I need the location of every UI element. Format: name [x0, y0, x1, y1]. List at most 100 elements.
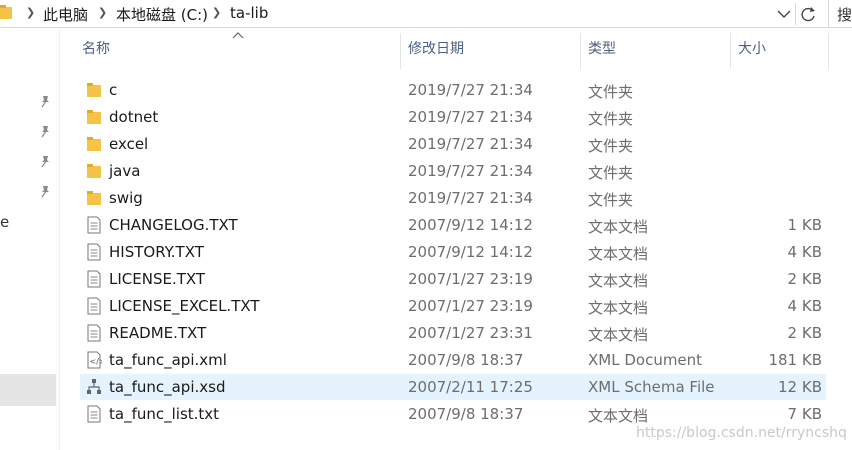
refresh-icon[interactable]	[798, 3, 818, 25]
file-name: LICENSE_EXCEL.TXT	[109, 297, 260, 315]
file-modified-date: 2007/9/8 18:37	[408, 405, 524, 423]
pin-icon[interactable]	[38, 124, 52, 138]
pin-icon[interactable]	[38, 94, 52, 108]
file-name: c	[109, 81, 118, 99]
file-type: 文本文档	[588, 272, 649, 290]
file-size: 12 KB	[778, 378, 822, 396]
file-modified-date: 2019/7/27 21:34	[408, 162, 533, 180]
column-header-date[interactable]: 修改日期	[408, 38, 464, 66]
folder-icon	[86, 189, 102, 207]
file-row[interactable]: excel 2019/7/27 21:34 文件夹	[80, 131, 826, 157]
file-row[interactable]: HISTORY.TXT 2007/9/12 14:12 文本文档 4 KB	[80, 239, 826, 265]
file-type: 文本文档	[588, 407, 649, 425]
file-row[interactable]: java 2019/7/27 21:34 文件夹	[80, 158, 826, 184]
breadcrumb-this-pc[interactable]: 此电脑	[43, 4, 88, 25]
file-name: excel	[109, 135, 149, 153]
folder-icon	[86, 135, 102, 153]
file-modified-date: 2007/1/27 23:19	[408, 297, 533, 315]
text-file-icon	[86, 216, 102, 234]
column-divider[interactable]	[828, 33, 829, 69]
address-divider	[795, 3, 796, 25]
file-modified-date: 2007/9/12 14:12	[408, 243, 533, 261]
text-file-icon	[86, 405, 102, 423]
file-type: XML Document	[588, 351, 703, 369]
file-row[interactable]: CHANGELOG.TXT 2007/9/12 14:12 文本文档 1 KB	[80, 212, 826, 238]
chevron-down-icon[interactable]	[774, 3, 794, 25]
chevron-right-icon[interactable]: ❯	[212, 6, 221, 19]
file-size: 1 KB	[787, 216, 822, 234]
column-divider[interactable]	[580, 33, 581, 69]
folder-icon	[86, 108, 102, 126]
folder-icon	[86, 162, 102, 180]
file-name: CHANGELOG.TXT	[109, 216, 238, 234]
text-file-icon	[86, 324, 102, 342]
file-type: 文本文档	[588, 299, 649, 317]
file-row[interactable]: swig 2019/7/27 21:34 文件夹	[80, 185, 826, 211]
text-file-icon	[86, 270, 102, 288]
file-row[interactable]: dotnet 2019/7/27 21:34 文件夹	[80, 104, 826, 130]
search-placeholder: 搜	[837, 6, 852, 24]
file-row[interactable]: LICENSE.TXT 2007/1/27 23:19 文本文档 2 KB	[80, 266, 826, 292]
file-type: 文本文档	[588, 218, 649, 236]
chevron-right-icon[interactable]: ❯	[98, 6, 107, 19]
file-row[interactable]: ta_func_list.txt 2007/9/8 18:37 文本文档 7 KB	[80, 401, 826, 427]
file-name: HISTORY.TXT	[109, 243, 204, 261]
file-name: README.TXT	[109, 324, 207, 342]
text-file-icon	[86, 297, 102, 315]
navigation-pane[interactable]: e	[0, 28, 60, 450]
file-type: XML Schema File	[588, 378, 715, 396]
file-type: 文本文档	[588, 245, 649, 263]
file-modified-date: 2019/7/27 21:34	[408, 81, 533, 99]
folder-icon	[86, 81, 102, 99]
sort-ascending-icon	[232, 32, 244, 39]
svg-text:</>: </>	[90, 357, 103, 366]
file-modified-date: 2019/7/27 21:34	[408, 189, 533, 207]
xml-file-icon: </>	[86, 351, 106, 369]
folder-icon	[0, 5, 12, 19]
breadcrumb-local-disk[interactable]: 本地磁盘 (C:)	[116, 4, 208, 25]
column-header-size[interactable]: 大小	[738, 38, 766, 66]
file-row[interactable]: LICENSE_EXCEL.TXT 2007/1/27 23:19 文本文档 4 KB	[80, 293, 826, 319]
chevron-right-icon[interactable]: ❯	[26, 6, 35, 19]
file-name: swig	[109, 189, 143, 207]
file-row[interactable]: README.TXT 2007/1/27 23:31 文本文档 2 KB	[80, 320, 826, 346]
file-modified-date: 2007/9/12 14:12	[408, 216, 533, 234]
pin-icon[interactable]	[38, 154, 52, 168]
file-modified-date: 2019/7/27 21:34	[408, 108, 533, 126]
column-header-type[interactable]: 类型	[588, 38, 616, 66]
text-file-icon	[86, 243, 102, 261]
file-type: 文件夹	[588, 137, 634, 155]
file-type: 文件夹	[588, 164, 634, 182]
file-row[interactable]: </> ta_func_api.xml 2007/9/8 18:37 XML Docu…	[80, 347, 826, 373]
file-modified-date: 2007/1/27 23:19	[408, 270, 533, 288]
watermark: https://blog.csdn.net/rryncshq	[636, 425, 847, 441]
file-type: 文件夹	[588, 191, 634, 209]
column-header-name[interactable]: 名称	[82, 38, 110, 66]
file-name: dotnet	[109, 108, 159, 126]
file-size: 7 KB	[787, 405, 822, 423]
file-name: LICENSE.TXT	[109, 270, 206, 288]
file-name: ta_func_list.txt	[109, 405, 220, 423]
file-modified-date: 2007/1/27 23:31	[408, 324, 533, 342]
column-divider[interactable]	[730, 33, 731, 69]
nav-item-label[interactable]: e	[0, 213, 9, 231]
file-size: 4 KB	[787, 243, 822, 261]
file-type: 文本文档	[588, 326, 649, 344]
file-name: ta_func_api.xsd	[109, 378, 226, 396]
file-row[interactable]: ta_func_api.xsd 2007/2/11 17:25 XML Schema…	[80, 374, 826, 400]
file-name: java	[109, 162, 141, 180]
file-type: 文件夹	[588, 83, 634, 101]
file-row[interactable]: c 2019/7/27 21:34 文件夹	[80, 77, 826, 103]
file-size: 181 KB	[768, 351, 822, 369]
breadcrumb-ta-lib[interactable]: ta-lib	[230, 4, 268, 22]
column-divider[interactable]	[400, 33, 401, 69]
pin-icon[interactable]	[38, 184, 52, 198]
file-size: 2 KB	[787, 270, 822, 288]
address-bar[interactable]: ❯ 此电脑 ❯ 本地磁盘 (C:) ❯ ta-lib 搜	[0, 0, 852, 28]
file-type: 文件夹	[588, 110, 634, 128]
file-modified-date: 2007/2/11 17:25	[408, 378, 533, 396]
file-modified-date: 2019/7/27 21:34	[408, 135, 533, 153]
search-input[interactable]: 搜	[828, 0, 852, 28]
xsd-file-icon	[86, 378, 102, 396]
nav-item-selected[interactable]	[0, 374, 56, 406]
